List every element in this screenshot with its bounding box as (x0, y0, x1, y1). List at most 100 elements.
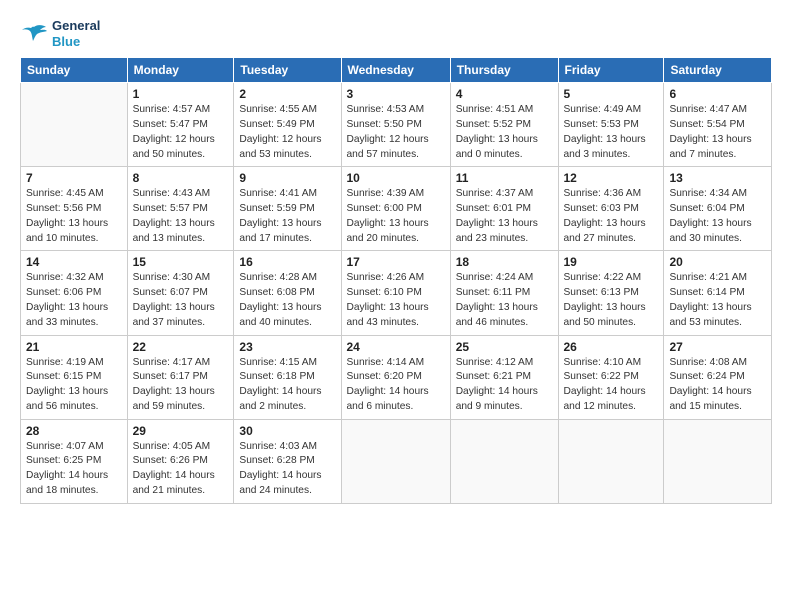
page-header: General Blue (20, 18, 772, 49)
calendar-cell: 12Sunrise: 4:36 AM Sunset: 6:03 PM Dayli… (558, 167, 664, 251)
weekday-header-thursday: Thursday (450, 58, 558, 83)
calendar-cell: 16 Sunrise: 4:28 AM Sunset: 6:08 PM Dayli… (234, 251, 341, 335)
day-info: Sunrise: 4:57 AM Sunset: 5:47 PM Dayligh… (133, 103, 229, 162)
day-info: Sunrise: 4:22 AM Sunset: 6:13 PM Dayligh… (564, 271, 659, 330)
day-number: 27 (669, 340, 766, 354)
weekday-header-tuesday: Tuesday (234, 58, 341, 83)
day-number: 28 (26, 424, 122, 438)
day-info: Sunrise: 4:55 AM Sunset: 5:49 PM Dayligh… (239, 103, 335, 162)
day-number: 29 (133, 424, 229, 438)
day-number: 19 (564, 255, 659, 269)
day-info: Sunrise: 4:30 AM Sunset: 6:07 PM Dayligh… (133, 271, 229, 330)
calendar-week-row: 14 Sunrise: 4:32 AM Sunset: 6:06 PM Dayli… (21, 251, 772, 335)
calendar-week-row: 7 Sunrise: 4:45 AM Sunset: 5:56 PM Daylig… (21, 167, 772, 251)
day-number: 1 (133, 87, 229, 101)
calendar-cell: 6 Sunrise: 4:47 AM Sunset: 5:54 PM Daylig… (664, 83, 772, 167)
day-info: Sunrise: 4:47 AM Sunset: 5:54 PM Dayligh… (669, 103, 766, 162)
day-number: 2 (239, 87, 335, 101)
day-info: Sunrise: 4:12 AM Sunset: 6:21 PM Dayligh… (456, 356, 553, 415)
calendar-cell: 19 Sunrise: 4:22 AM Sunset: 6:13 PM Dayli… (558, 251, 664, 335)
day-info: Sunrise: 4:03 AM Sunset: 6:28 PM Dayligh… (239, 440, 335, 499)
day-info: Sunrise: 4:17 AM Sunset: 6:17 PM Dayligh… (133, 356, 229, 415)
weekday-header-saturday: Saturday (664, 58, 772, 83)
calendar-cell: 27 Sunrise: 4:08 AM Sunset: 6:24 PM Dayli… (664, 335, 772, 419)
day-info: Sunrise: 4:07 AM Sunset: 6:25 PM Dayligh… (26, 440, 122, 499)
calendar-cell: 11 Sunrise: 4:37 AM Sunset: 6:01 PM Dayli… (450, 167, 558, 251)
calendar-cell: 5Sunrise: 4:49 AM Sunset: 5:53 PM Daylig… (558, 83, 664, 167)
day-info: Sunrise: 4:51 AM Sunset: 5:52 PM Dayligh… (456, 103, 553, 162)
weekday-header-monday: Monday (127, 58, 234, 83)
day-number: 10 (347, 171, 445, 185)
calendar-page: General Blue SundayMondayTuesdayWednesda… (0, 0, 792, 612)
day-number: 8 (133, 171, 229, 185)
day-number: 6 (669, 87, 766, 101)
calendar-cell: 13 Sunrise: 4:34 AM Sunset: 6:04 PM Dayli… (664, 167, 772, 251)
day-number: 24 (347, 340, 445, 354)
calendar-cell (664, 419, 772, 503)
calendar-cell (450, 419, 558, 503)
calendar-cell: 14 Sunrise: 4:32 AM Sunset: 6:06 PM Dayli… (21, 251, 128, 335)
day-number: 11 (456, 171, 553, 185)
day-number: 23 (239, 340, 335, 354)
day-info: Sunrise: 4:37 AM Sunset: 6:01 PM Dayligh… (456, 187, 553, 246)
calendar-cell: 15Sunrise: 4:30 AM Sunset: 6:07 PM Dayli… (127, 251, 234, 335)
calendar-cell: 29Sunrise: 4:05 AM Sunset: 6:26 PM Dayli… (127, 419, 234, 503)
logo-icon (20, 23, 48, 45)
day-info: Sunrise: 4:36 AM Sunset: 6:03 PM Dayligh… (564, 187, 659, 246)
weekday-header-sunday: Sunday (21, 58, 128, 83)
logo-text: General Blue (52, 18, 100, 49)
calendar-cell: 22 Sunrise: 4:17 AM Sunset: 6:17 PM Dayli… (127, 335, 234, 419)
day-number: 18 (456, 255, 553, 269)
day-number: 25 (456, 340, 553, 354)
day-info: Sunrise: 4:41 AM Sunset: 5:59 PM Dayligh… (239, 187, 335, 246)
weekday-header-row: SundayMondayTuesdayWednesdayThursdayFrid… (21, 58, 772, 83)
weekday-header-wednesday: Wednesday (341, 58, 450, 83)
calendar-cell: 7 Sunrise: 4:45 AM Sunset: 5:56 PM Daylig… (21, 167, 128, 251)
calendar-cell: 2 Sunrise: 4:55 AM Sunset: 5:49 PM Daylig… (234, 83, 341, 167)
calendar-cell: 10 Sunrise: 4:39 AM Sunset: 6:00 PM Dayli… (341, 167, 450, 251)
calendar-cell: 9 Sunrise: 4:41 AM Sunset: 5:59 PM Daylig… (234, 167, 341, 251)
day-number: 16 (239, 255, 335, 269)
day-number: 9 (239, 171, 335, 185)
calendar-week-row: 1 Sunrise: 4:57 AM Sunset: 5:47 PM Daylig… (21, 83, 772, 167)
day-number: 13 (669, 171, 766, 185)
day-number: 17 (347, 255, 445, 269)
day-info: Sunrise: 4:34 AM Sunset: 6:04 PM Dayligh… (669, 187, 766, 246)
day-info: Sunrise: 4:19 AM Sunset: 6:15 PM Dayligh… (26, 356, 122, 415)
day-info: Sunrise: 4:24 AM Sunset: 6:11 PM Dayligh… (456, 271, 553, 330)
day-info: Sunrise: 4:53 AM Sunset: 5:50 PM Dayligh… (347, 103, 445, 162)
day-info: Sunrise: 4:32 AM Sunset: 6:06 PM Dayligh… (26, 271, 122, 330)
day-number: 26 (564, 340, 659, 354)
calendar-cell: 20Sunrise: 4:21 AM Sunset: 6:14 PM Dayli… (664, 251, 772, 335)
calendar-cell (341, 419, 450, 503)
day-number: 3 (347, 87, 445, 101)
logo: General Blue (20, 18, 100, 49)
calendar-cell: 26 Sunrise: 4:10 AM Sunset: 6:22 PM Dayli… (558, 335, 664, 419)
calendar-cell: 25 Sunrise: 4:12 AM Sunset: 6:21 PM Dayli… (450, 335, 558, 419)
day-info: Sunrise: 4:39 AM Sunset: 6:00 PM Dayligh… (347, 187, 445, 246)
day-number: 14 (26, 255, 122, 269)
day-info: Sunrise: 4:08 AM Sunset: 6:24 PM Dayligh… (669, 356, 766, 415)
calendar-cell: 1 Sunrise: 4:57 AM Sunset: 5:47 PM Daylig… (127, 83, 234, 167)
calendar-cell: 8 Sunrise: 4:43 AM Sunset: 5:57 PM Daylig… (127, 167, 234, 251)
day-info: Sunrise: 4:49 AM Sunset: 5:53 PM Dayligh… (564, 103, 659, 162)
day-info: Sunrise: 4:43 AM Sunset: 5:57 PM Dayligh… (133, 187, 229, 246)
day-info: Sunrise: 4:10 AM Sunset: 6:22 PM Dayligh… (564, 356, 659, 415)
calendar-cell: 4 Sunrise: 4:51 AM Sunset: 5:52 PM Daylig… (450, 83, 558, 167)
calendar-cell: 28 Sunrise: 4:07 AM Sunset: 6:25 PM Dayli… (21, 419, 128, 503)
day-number: 22 (133, 340, 229, 354)
calendar-cell (21, 83, 128, 167)
weekday-header-friday: Friday (558, 58, 664, 83)
calendar-week-row: 21Sunrise: 4:19 AM Sunset: 6:15 PM Dayli… (21, 335, 772, 419)
day-info: Sunrise: 4:26 AM Sunset: 6:10 PM Dayligh… (347, 271, 445, 330)
calendar-cell: 30Sunrise: 4:03 AM Sunset: 6:28 PM Dayli… (234, 419, 341, 503)
calendar-cell (558, 419, 664, 503)
day-number: 4 (456, 87, 553, 101)
calendar-table: SundayMondayTuesdayWednesdayThursdayFrid… (20, 57, 772, 504)
day-info: Sunrise: 4:14 AM Sunset: 6:20 PM Dayligh… (347, 356, 445, 415)
day-info: Sunrise: 4:28 AM Sunset: 6:08 PM Dayligh… (239, 271, 335, 330)
day-number: 7 (26, 171, 122, 185)
day-info: Sunrise: 4:21 AM Sunset: 6:14 PM Dayligh… (669, 271, 766, 330)
day-info: Sunrise: 4:45 AM Sunset: 5:56 PM Dayligh… (26, 187, 122, 246)
day-info: Sunrise: 4:15 AM Sunset: 6:18 PM Dayligh… (239, 356, 335, 415)
